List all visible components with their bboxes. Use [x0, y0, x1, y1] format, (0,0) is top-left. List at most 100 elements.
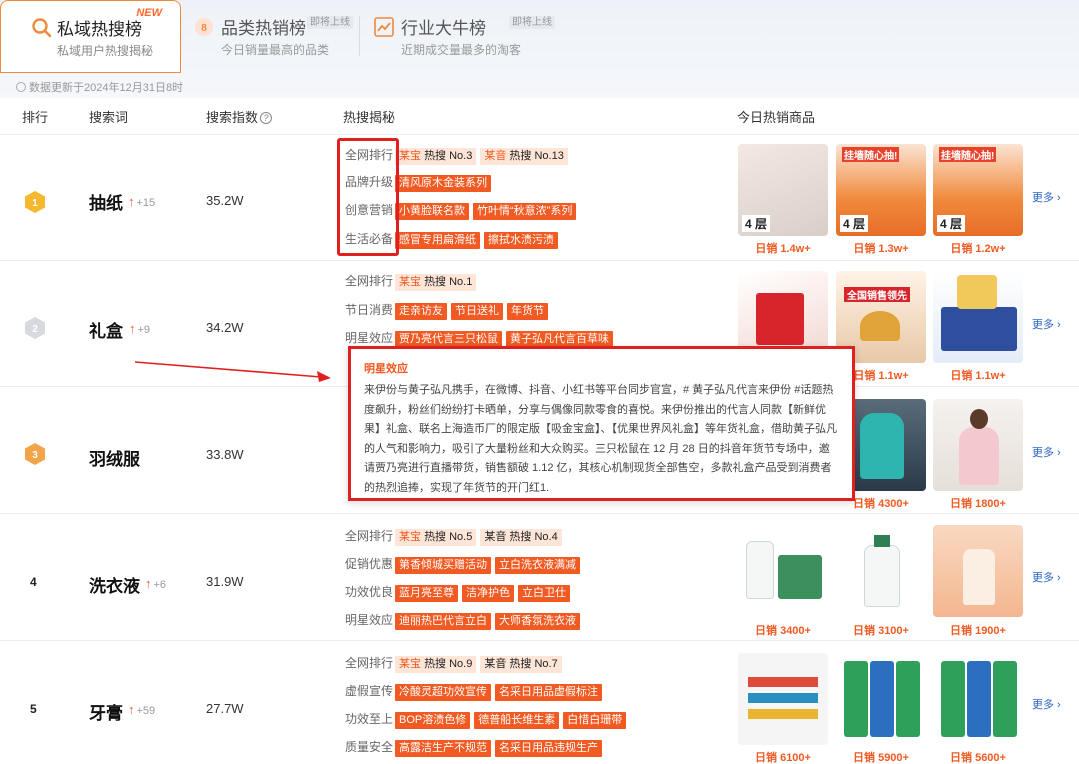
platform-name: 某音 — [484, 658, 507, 670]
product-image[interactable] — [933, 399, 1023, 491]
col-secret: 热搜揭秘 — [343, 110, 396, 125]
hot-tag[interactable]: 大师香氛洗衣液 — [495, 613, 580, 630]
hot-tag[interactable]: 白惜白珊带 — [563, 712, 627, 729]
product-image[interactable] — [836, 525, 926, 617]
hot-tag[interactable]: BOP溶渍色修 — [395, 712, 471, 729]
keyword[interactable]: 羽绒服 — [89, 445, 140, 470]
toothpaste-box-shape — [844, 661, 868, 737]
keyword[interactable]: 牙膏 — [89, 699, 123, 724]
daily-sales: 日销 1.2w+ — [950, 243, 1006, 255]
rank-change-value: +6 — [153, 579, 167, 591]
keyword[interactable]: 礼盒 — [89, 317, 123, 342]
secret-label: 功效优良 — [345, 585, 394, 599]
top-tab-bar: 私域热搜榜 私域用户热搜揭秘 NEW 8 品类热销榜 即将上线 今日销量最高的品… — [0, 0, 1079, 100]
hot-tag[interactable]: 名采日用品虚假标注 — [495, 684, 602, 701]
more-link[interactable]: 更多 › — [1032, 696, 1061, 712]
hot-tag[interactable]: 高露洁生产不规范 — [395, 740, 491, 757]
hot-tag[interactable]: 年货节 — [507, 303, 548, 320]
secret-label: 质量安全 — [345, 740, 394, 754]
hot-tag[interactable]: 第香倾城买赠活动 — [395, 557, 491, 574]
hot-tag[interactable]: 立白洗衣液满减 — [495, 557, 580, 574]
product-image[interactable] — [933, 525, 1023, 617]
more-link[interactable]: 更多 › — [1032, 316, 1061, 332]
trophy-shape — [860, 311, 900, 341]
clock-icon — [16, 82, 26, 92]
hot-tag[interactable]: 蓝月亮至尊 — [395, 585, 458, 602]
help-icon[interactable]: ? — [260, 112, 273, 124]
platform-rank: 热搜 No.5 — [424, 531, 473, 543]
table-row[interactable]: 1 抽纸 ↑ +15 35.2W 全网排行 某宝 热搜 No.3 某音 热搜 No.1… — [0, 134, 1079, 260]
tab-subtitle: 私域用户热搜揭秘 — [57, 44, 154, 58]
table-row[interactable]: 4 洗衣液 ↑ +6 31.9W 全网排行 某宝 热搜 No.5 某音 热搜 No.4… — [0, 513, 1079, 640]
product-badge: 4 层 — [840, 215, 869, 232]
product-image[interactable] — [933, 271, 1023, 363]
more-label: 更多 — [1032, 319, 1054, 331]
daily-sales: 日销 1.1w+ — [950, 370, 1006, 382]
product-image[interactable] — [836, 653, 926, 745]
more-link[interactable]: 更多 › — [1032, 189, 1061, 205]
secret-label: 全网排行 — [345, 274, 394, 288]
daily-sales: 日销 6100+ — [755, 752, 811, 764]
secret-line: 虚假宣传 冷酸灵超功效宣传 名采日用品虚假标注 — [345, 682, 606, 701]
product-image[interactable] — [738, 525, 828, 617]
hot-tag[interactable]: 擦拭水渍污渍 — [484, 232, 558, 249]
keyword[interactable]: 洗衣液 — [89, 572, 140, 597]
col-products: 今日热销商品 — [737, 110, 816, 125]
gift-bag-shape — [756, 293, 804, 345]
cookie-tin-shape — [957, 275, 997, 309]
secret-label: 虚假宣传 — [345, 684, 394, 698]
product-image[interactable]: 挂墙随心抽! 4 层 — [933, 144, 1023, 236]
tab-subtitle: 今日销量最高的品类 — [221, 43, 330, 57]
hot-tag[interactable]: 节日送礼 — [451, 303, 503, 320]
product-image[interactable] — [933, 653, 1023, 745]
popup-title: 明星效应 — [364, 363, 408, 375]
up-arrow-icon: ↑ — [129, 321, 136, 336]
hot-tag[interactable]: 立白卫仕 — [518, 585, 570, 602]
tab-private-hot-search[interactable]: 私域热搜榜 私域用户热搜揭秘 NEW — [0, 0, 181, 73]
secret-line: 功效至上 BOP溶渍色修 德普船长维生素 白惜白珊带 — [345, 710, 630, 729]
gold-medal-icon: 1 — [25, 191, 45, 213]
search-icon — [32, 18, 52, 38]
hot-tag[interactable]: 小黄脸联名款 — [395, 203, 469, 220]
platform-rank: 热搜 No.13 — [509, 150, 564, 162]
hot-tag[interactable]: 迪丽热巴代言立白 — [395, 613, 491, 630]
product-image[interactable]: 挂墙随心抽! 4 层 — [836, 144, 926, 236]
gift-box-shape — [941, 307, 1017, 351]
product-image[interactable] — [738, 653, 828, 745]
more-link[interactable]: 更多 › — [1032, 569, 1061, 585]
platform-rank: 热搜 No.9 — [424, 658, 473, 670]
secret-label: 全网排行 — [345, 656, 394, 670]
tab-industry-leaders[interactable]: 行业大牛榜 即将上线 近期成交量最多的淘客 — [373, 0, 573, 72]
more-link[interactable]: 更多 › — [1032, 444, 1061, 460]
hot-tag[interactable]: 洁净护色 — [462, 585, 514, 602]
secret-label: 促销优惠 — [345, 557, 394, 571]
hot-tag[interactable]: 竹叶情“秋意浓”系列 — [473, 203, 577, 220]
more-label: 更多 — [1032, 447, 1054, 459]
hot-tag[interactable]: 名采日用品违规生产 — [495, 740, 602, 757]
search-index: 34.2W — [206, 320, 244, 335]
hot-tag[interactable]: 德普船长维生素 — [474, 712, 560, 729]
jacket-shape — [860, 413, 904, 479]
toothpaste-box-shape — [870, 661, 894, 737]
jacket-shape — [959, 427, 999, 485]
product-image[interactable]: 4 层 — [738, 144, 828, 236]
tab-category-hot-sales[interactable]: 8 品类热销榜 即将上线 今日销量最高的品类 — [193, 0, 363, 72]
daily-sales: 日销 1.4w+ — [755, 243, 811, 255]
table-row[interactable]: 5 牙膏 ↑ +59 27.7W 全网排行 某宝 热搜 No.9 某音 热搜 No.7… — [0, 640, 1079, 764]
more-label: 更多 — [1032, 699, 1054, 711]
secret-label: 全网排行 — [345, 529, 394, 543]
secret-line: 全网排行 某宝 热搜 No.5 某音 热搜 No.4 — [345, 527, 566, 546]
tab-title: 行业大牛榜 — [401, 19, 486, 38]
daily-sales: 日销 3100+ — [853, 625, 909, 637]
silver-medal-icon: 2 — [25, 317, 45, 339]
platform-name: 某宝 — [399, 276, 421, 288]
hot-tag[interactable]: 冷酸灵超功效宣传 — [395, 684, 491, 701]
highlight-box — [337, 138, 399, 256]
hot-tag[interactable]: 感冒专用扁滑纸 — [395, 232, 480, 249]
keyword[interactable]: 抽纸 — [89, 189, 123, 214]
toothpaste-box-shape — [993, 661, 1017, 737]
daily-sales: 日销 1.3w+ — [853, 243, 909, 255]
hot-tag[interactable]: 走亲访友 — [395, 303, 447, 320]
hot-tag[interactable]: 清风原木金装系列 — [395, 175, 491, 192]
search-index: 33.8W — [206, 447, 244, 462]
